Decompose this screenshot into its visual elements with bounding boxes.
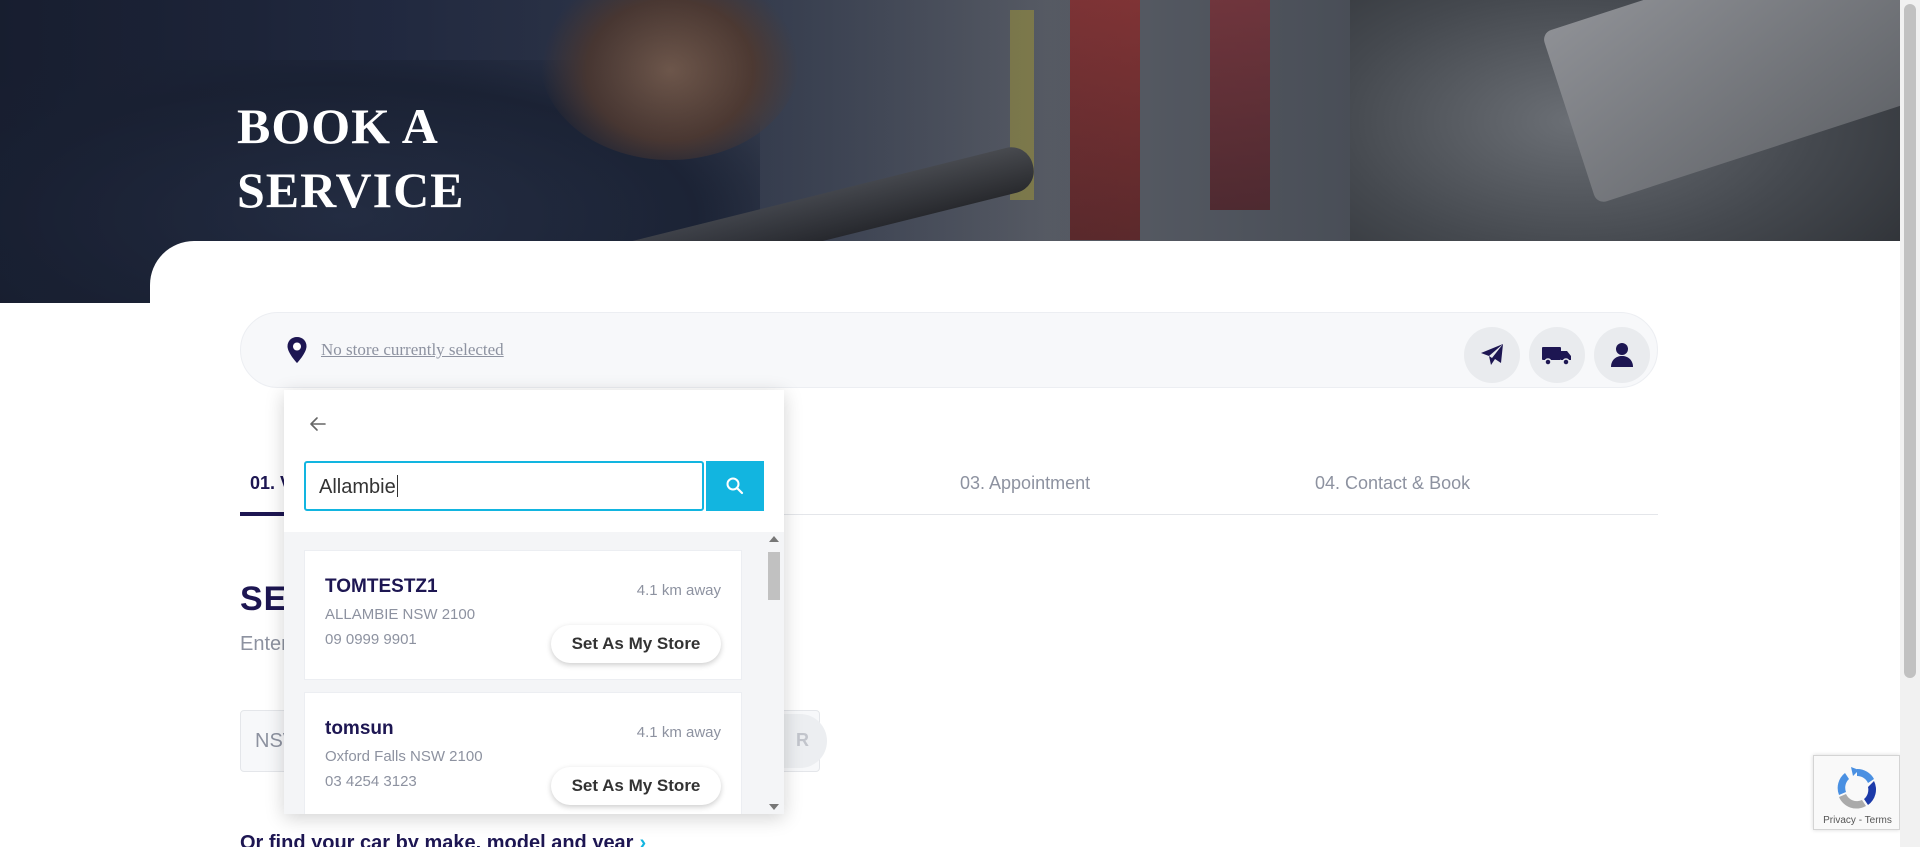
find-by-make-model-link[interactable]: Or find your car by make, model and year… <box>240 832 646 847</box>
section-title: SE <box>240 580 288 618</box>
store-search-dropdown: Allambie TOMTESTZ1 4.1 km away ALLAMBIE … <box>284 390 784 814</box>
step-appointment[interactable]: 03. Appointment <box>960 473 1090 494</box>
page-scrollbar-thumb[interactable] <box>1904 4 1916 678</box>
set-as-my-store-button[interactable]: Set As My Store <box>551 767 721 805</box>
recaptcha-privacy-link[interactable]: Privacy <box>1823 815 1856 826</box>
chevron-right-icon: › <box>639 832 647 847</box>
recaptcha-links: Privacy - Terms <box>1814 815 1901 826</box>
store-result-card: TOMTESTZ1 4.1 km away ALLAMBIE NSW 2100 … <box>304 550 742 680</box>
enquiry-button[interactable] <box>1464 327 1520 383</box>
page-title-line-1: BOOK A <box>237 98 439 154</box>
step-contact-book[interactable]: 04. Contact & Book <box>1315 473 1470 494</box>
recaptcha-separator: - <box>1855 815 1865 826</box>
store-name: TOMTESTZ1 <box>325 576 438 597</box>
page-title: BOOK A SERVICE <box>237 94 465 222</box>
store-search-button[interactable] <box>706 461 764 511</box>
account-button[interactable] <box>1594 327 1650 383</box>
find-by-make-model-label: Or find your car by make, model and year <box>240 832 634 847</box>
location-pin-icon <box>287 337 307 363</box>
book-service-page: BOOK A SERVICE No store currently select… <box>0 0 1920 847</box>
back-arrow-icon[interactable] <box>308 414 328 434</box>
store-distance: 4.1 km away <box>636 582 721 599</box>
results-scrollbar-thumb[interactable] <box>768 552 780 600</box>
recaptcha-icon <box>1837 767 1877 809</box>
search-icon <box>726 477 744 495</box>
store-name: tomsun <box>325 718 394 739</box>
store-results-list: TOMTESTZ1 4.1 km away ALLAMBIE NSW 2100 … <box>284 532 784 814</box>
results-scrollbar[interactable] <box>764 532 784 814</box>
store-search-input[interactable]: Allambie <box>304 461 704 511</box>
store-distance: 4.1 km away <box>636 724 721 741</box>
store-phone: 03 4254 3123 <box>325 773 417 790</box>
page-title-line-2: SERVICE <box>237 162 465 218</box>
store-address: Oxford Falls NSW 2100 <box>325 748 483 765</box>
paper-plane-icon <box>1481 344 1503 365</box>
store-search-query: Allambie <box>319 476 396 498</box>
scroll-up-arrow-icon[interactable] <box>769 536 779 542</box>
scroll-down-arrow-icon[interactable] <box>769 804 779 810</box>
delivery-button[interactable] <box>1529 327 1585 383</box>
store-address: ALLAMBIE NSW 2100 <box>325 606 476 623</box>
recaptcha-badge[interactable]: Privacy - Terms <box>1813 755 1900 830</box>
selected-store-link[interactable]: No store currently selected <box>321 340 504 360</box>
store-phone: 09 0999 9901 <box>325 631 417 648</box>
set-as-my-store-button[interactable]: Set As My Store <box>551 625 721 663</box>
truck-icon <box>1542 347 1571 366</box>
page-scrollbar[interactable] <box>1900 0 1920 847</box>
recaptcha-terms-link[interactable]: Terms <box>1865 815 1892 826</box>
store-selector-bar: No store currently selected <box>240 312 1658 388</box>
section-subtitle: Enter <box>240 633 288 655</box>
store-result-card: tomsun 4.1 km away Oxford Falls NSW 2100… <box>304 692 742 814</box>
text-caret <box>396 475 398 497</box>
user-icon <box>1611 343 1633 367</box>
